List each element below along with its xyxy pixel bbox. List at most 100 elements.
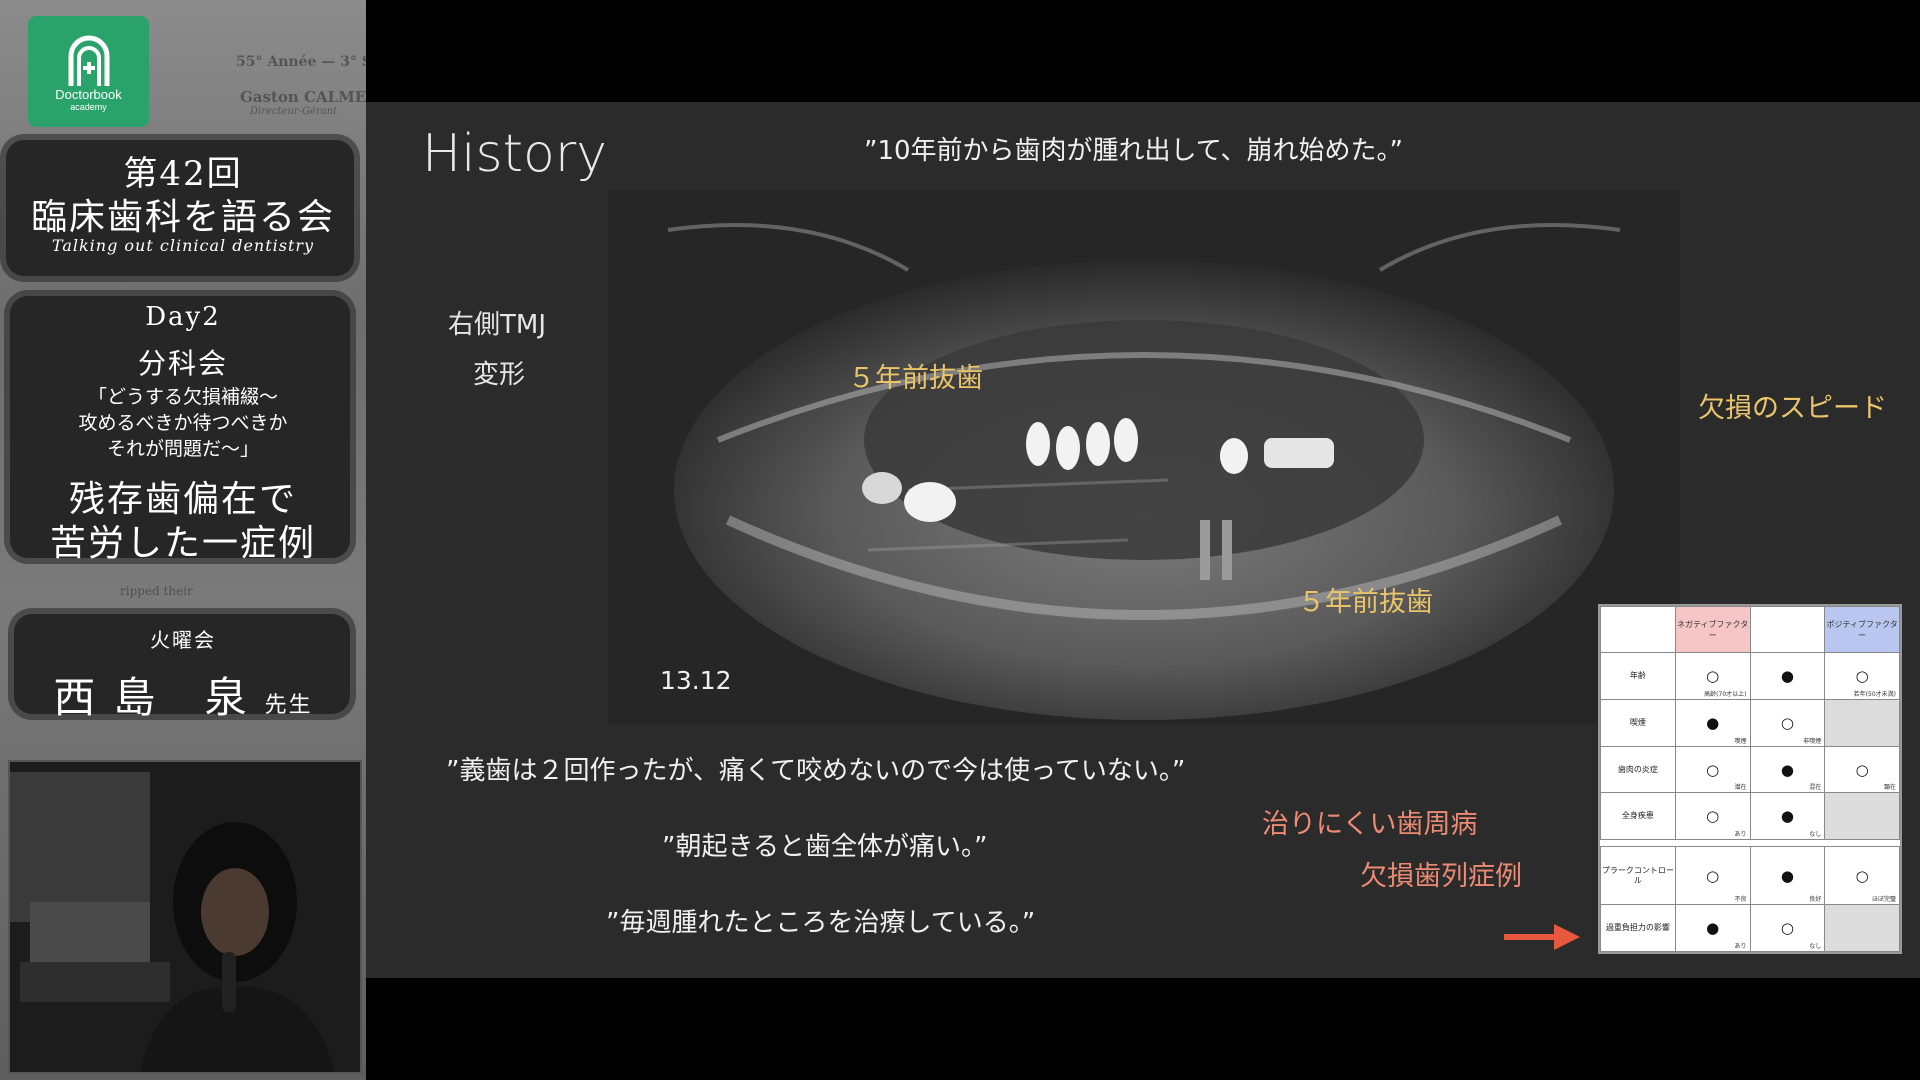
factor-mark: ● — [1706, 713, 1720, 732]
cell-note: あり — [1734, 831, 1747, 839]
risk-factor-table: ネガティブファクター ポジティブファクター 年齢 ○ 高齢(70才以上) ● ○ 若… — [1598, 604, 1902, 954]
patient-quote: ”毎週腫れたところを治療している。” — [606, 908, 1036, 938]
cell-note: 混在 — [1809, 784, 1822, 792]
newsprint-text: Gaston CALMET — [240, 88, 366, 106]
cell-note: ほぼ完璧 — [1871, 896, 1896, 904]
factor-mark: ○ — [1855, 866, 1869, 885]
cell-note: なし — [1809, 831, 1822, 839]
panoramic-xray: ５年前抜歯 ５年前抜歯 13.12 — [608, 190, 1680, 724]
table-divider — [1600, 839, 1900, 848]
table-row: 全身疾患 ○ あり ● なし — [1600, 792, 1900, 841]
case-title-line: 残存歯偏在で — [68, 479, 297, 520]
table-corner — [1600, 606, 1676, 653]
factor-mark: ○ — [1706, 807, 1720, 826]
extraction-label: ５年前抜歯 — [1298, 587, 1433, 618]
xray-image — [608, 190, 1680, 724]
brand-sub: academy — [70, 102, 107, 112]
newsprint-text: ripped their — [120, 584, 193, 598]
negative-cell: ○ 不良 — [1674, 846, 1751, 906]
brand-name: Doctorbook — [55, 87, 122, 102]
middle-cell: ● — [1749, 652, 1826, 700]
factor-mark: ● — [1780, 866, 1794, 885]
session-theme: 「どうする欠損補綴～ 攻めるべきか待つべきか それが問題だ～」 — [0, 384, 366, 462]
factor-mark: ● — [1780, 666, 1794, 685]
cell-note: 顕在 — [1883, 784, 1896, 792]
table-row: プラークコントロール ○ 不良 ● 良好 ○ ほぼ完璧 — [1600, 846, 1900, 906]
cell-note: 不良 — [1734, 896, 1747, 904]
row-label: 過重負担力の影響 — [1600, 904, 1676, 952]
middle-cell: ● 混在 — [1749, 745, 1826, 794]
positive-cell: ○ 若年(50才未満) — [1824, 652, 1900, 700]
cell-note: 非喫煙 — [1803, 737, 1822, 745]
middle-cell: ● なし — [1749, 792, 1826, 841]
factor-mark: ○ — [1780, 713, 1794, 732]
speaker-video[interactable] — [8, 760, 362, 1074]
table-row: 歯肉の炎症 ○ 潜在 ● 混在 ○ 顕在 — [1600, 745, 1900, 794]
tmj-note: 右側TMJ — [448, 310, 546, 340]
negative-cell: ○ 高齢(70才以上) — [1674, 652, 1751, 700]
case-title-line: 苦労した一症例 — [49, 523, 316, 564]
arrow-right-icon — [1504, 924, 1580, 950]
event-sidebar: 55° Année — 3° Sé Gaston CALMET Directeu… — [0, 0, 366, 1080]
positive-cell — [1824, 904, 1900, 952]
header-positive: ポジティブファクター — [1824, 606, 1900, 653]
theme-line: 「どうする欠損補綴～ — [87, 386, 278, 408]
row-label: 全身疾患 — [1600, 792, 1676, 841]
theme-line: それが問題だ～」 — [106, 438, 259, 460]
row-label: プラークコントロール — [1600, 846, 1676, 906]
patient-quote: ”義歯は２回作ったが、痛くて咬めないので今は使っていない。” — [446, 756, 1186, 786]
theme-line: 攻めるべきか待つべきか — [78, 412, 288, 434]
positive-cell — [1824, 792, 1900, 841]
xray-date: 13.12 — [660, 666, 732, 695]
presenter-honorific: 先生 — [264, 693, 313, 718]
positive-cell: ○ 顕在 — [1824, 745, 1900, 794]
cell-note: 潜在 — [1734, 784, 1747, 792]
middle-cell: ○ 非喫煙 — [1749, 698, 1826, 747]
cell-note: 良好 — [1809, 896, 1822, 904]
table-row: 過重負担力の影響 ● あり ○ なし — [1600, 904, 1900, 952]
cell-note: 喫煙 — [1734, 737, 1747, 745]
event-title-en: Talking out clinical dentistry — [51, 236, 315, 255]
study-group: 火曜会 — [150, 628, 216, 652]
middle-cell: ● 良好 — [1749, 846, 1826, 906]
case-title: 残存歯偏在で 苦労した一症例 — [0, 478, 366, 566]
row-label: 年齢 — [1600, 652, 1676, 700]
factor-mark: ○ — [1706, 666, 1720, 685]
positive-cell — [1824, 698, 1900, 747]
positive-cell: ○ ほぼ完璧 — [1824, 846, 1900, 906]
patient-quote: ”10年前から歯肉が腫れ出して、崩れ始めた。” — [864, 136, 1403, 166]
diagnosis-label: 治りにくい歯周病 — [1262, 809, 1478, 840]
factor-mark: ● — [1780, 807, 1794, 826]
row-label: 歯肉の炎症 — [1600, 745, 1676, 794]
factor-mark: ○ — [1706, 866, 1720, 885]
table-row: 喫煙 ● 喫煙 ○ 非喫煙 — [1600, 698, 1900, 747]
newsprint-text: 55° Année — 3° Sé — [236, 54, 366, 70]
event-session: 分科会 — [137, 347, 228, 380]
clinic-door-icon — [68, 35, 109, 86]
speed-label: 欠損のスピード — [1698, 393, 1887, 424]
factor-mark: ○ — [1855, 666, 1869, 685]
newsprint-text: Directeur-Gérant — [250, 106, 338, 117]
slide-heading: History — [422, 124, 607, 184]
event-title: 臨床歯科を語る会 — [30, 197, 335, 238]
header-middle — [1749, 606, 1826, 653]
factor-mark: ● — [1780, 760, 1794, 779]
factor-mark: ○ — [1706, 760, 1720, 779]
negative-cell: ● あり — [1674, 904, 1751, 952]
factor-mark: ○ — [1780, 919, 1794, 938]
extraction-label: ５年前抜歯 — [848, 363, 983, 394]
tmj-note: 変形 — [473, 360, 526, 390]
event-day: Day2 — [145, 302, 221, 332]
factor-mark: ○ — [1855, 760, 1869, 779]
negative-cell: ○ あり — [1674, 792, 1751, 841]
factor-mark: ● — [1706, 919, 1720, 938]
middle-cell: ○ なし — [1749, 904, 1826, 952]
presenter-fullname: 西島 泉 — [53, 673, 265, 722]
doctorbook-logo: Doctorbook academy — [28, 16, 149, 127]
cell-note: 若年(50才未満) — [1853, 690, 1896, 698]
presenter-name: 西島 泉先生 — [0, 664, 366, 725]
cell-note: あり — [1734, 943, 1747, 950]
header-negative: ネガティブファクター — [1674, 606, 1751, 653]
table-row: 年齢 ○ 高齢(70才以上) ● ○ 若年(50才未満) — [1600, 652, 1900, 700]
negative-cell: ○ 潜在 — [1674, 745, 1751, 794]
